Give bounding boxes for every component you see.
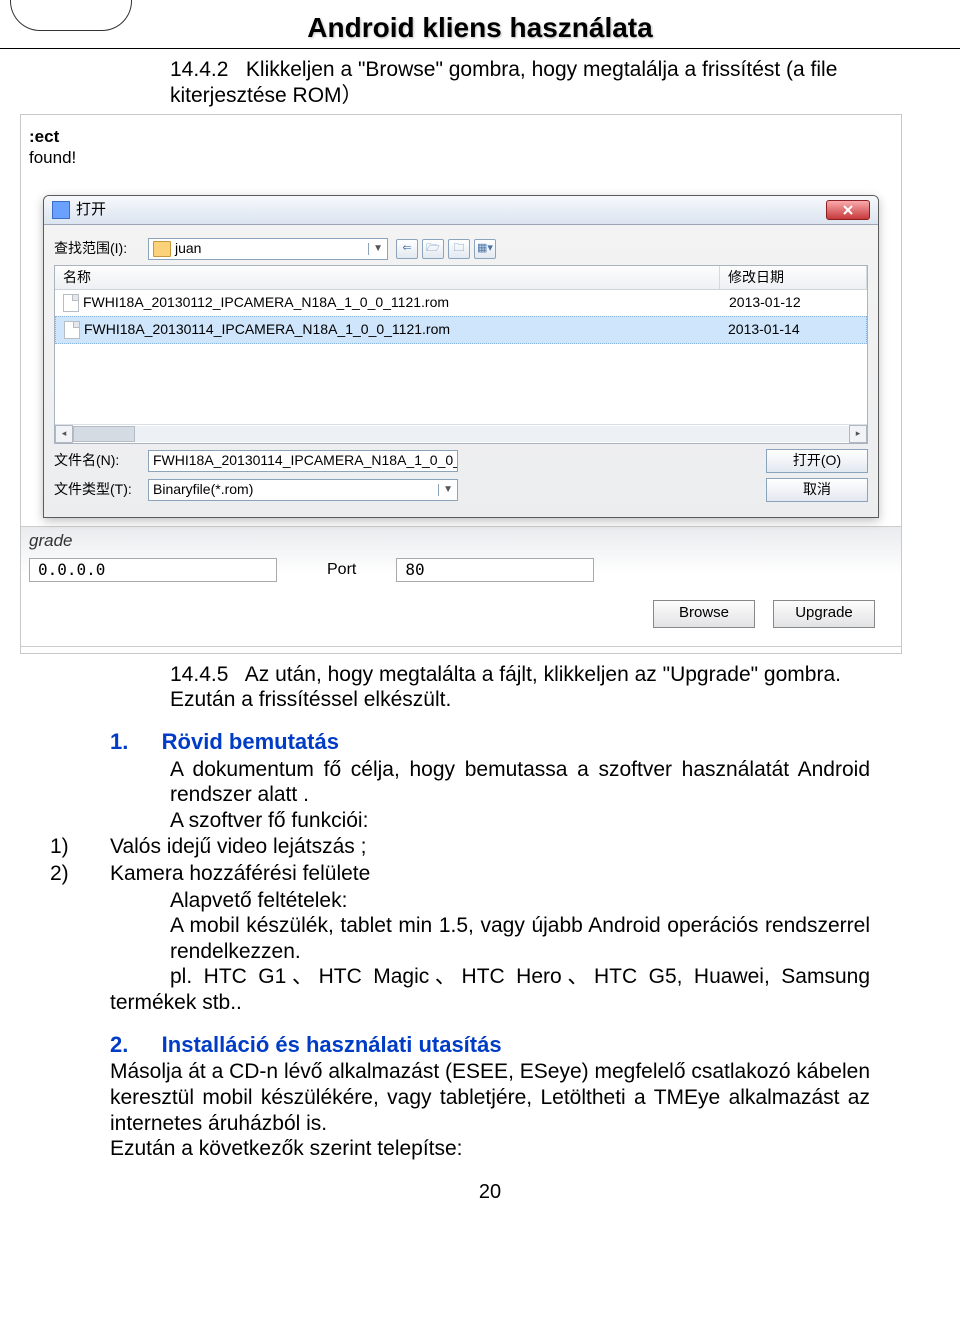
- nav-new-folder-icon[interactable]: 🗀: [448, 239, 470, 259]
- section-title: Installáció és használati utasítás: [162, 1032, 502, 1059]
- table-row[interactable]: FWHI18A_20130114_IPCAMERA_N18A_1_0_0_112…: [55, 316, 867, 344]
- step-number: 14.4.5: [170, 662, 228, 688]
- close-button[interactable]: [826, 200, 870, 220]
- list-item-2: Kamera hozzáférési felülete: [110, 861, 370, 887]
- nav-back-icon[interactable]: ⇐: [396, 239, 418, 259]
- section2-p1: Másolja át a CD-n lévő alkalmazást (ESEE…: [110, 1059, 870, 1136]
- label-grade: grade: [29, 531, 893, 552]
- scrollbar[interactable]: ◂ ▸: [55, 424, 867, 443]
- section-num: 1.: [110, 729, 150, 756]
- section1-p1: A dokumentum fő célja, hogy bemutassa a …: [170, 757, 870, 808]
- page-top-tab: [10, 0, 132, 31]
- folder-icon: [153, 241, 171, 257]
- column-header-date[interactable]: 修改日期: [720, 266, 867, 289]
- filename-label: 文件名(N):: [54, 452, 140, 469]
- file-name: FWHI18A_20130112_IPCAMERA_N18A_1_0_0_112…: [83, 294, 449, 311]
- open-folder-icon: [52, 201, 70, 219]
- section-1: 1. Rövid bemutatás A dokumentum fő célja…: [110, 729, 870, 1016]
- scope-value: juan: [175, 240, 201, 257]
- open-button[interactable]: 打开(O): [766, 449, 868, 473]
- chevron-down-icon: ▼: [368, 243, 383, 255]
- step-text: Az után, hogy megtalálta a fájlt, klikke…: [170, 663, 841, 712]
- column-header-name[interactable]: 名称: [55, 266, 720, 289]
- modal-titlebar: 打开: [44, 196, 878, 225]
- upgrade-button[interactable]: Upgrade: [773, 600, 875, 628]
- section2-p2: Ezután a következők szerint telepítse:: [110, 1136, 870, 1162]
- filetype-value: Binaryfile(*.rom): [153, 481, 253, 498]
- file-open-modal: rt Dev 打开 查找范围(I):: [43, 195, 879, 518]
- scroll-thumb[interactable]: [73, 426, 135, 442]
- page-number: 20: [110, 1180, 870, 1204]
- port-value: 80: [405, 560, 424, 580]
- ip-input[interactable]: 0.0.0.0: [29, 558, 277, 582]
- scroll-left-icon[interactable]: ◂: [55, 425, 73, 443]
- file-date: 2013-01-12: [721, 292, 867, 314]
- section1-p2: A szoftver fő funkciói:: [170, 808, 870, 834]
- step-14-4-5: 14.4.5 Az után, hogy megtalálta a fájlt,…: [110, 662, 870, 713]
- scroll-right-icon[interactable]: ▸: [849, 425, 867, 443]
- section-title: Rövid bemutatás: [162, 729, 339, 756]
- list-item-1: Valós idejű video lejátszás ;: [110, 834, 366, 860]
- scope-label: 查找范围(I):: [54, 240, 140, 257]
- cancel-button[interactable]: 取消: [766, 478, 868, 502]
- modal-title: 打开: [76, 201, 106, 219]
- label-ect: :ect: [29, 127, 893, 148]
- ip-value: 0.0.0.0: [38, 560, 105, 580]
- table-row[interactable]: FWHI18A_20130112_IPCAMERA_N18A_1_0_0_112…: [55, 290, 867, 316]
- screenshot-open-dialog: :ect found! rt Dev 打开 查: [20, 114, 902, 653]
- chevron-down-icon: ▼: [438, 484, 453, 496]
- filetype-label: 文件类型(T):: [54, 481, 140, 498]
- page-title: Android kliens használata: [0, 0, 960, 44]
- file-table: 名称 修改日期 FWHI18A_20130112_IPCAMERA_N18A_1…: [54, 265, 868, 444]
- section1-p5: pl. HTC G1、HTC Magic、HTC Hero、HTC G5, Hu…: [110, 965, 870, 1014]
- file-name: FWHI18A_20130114_IPCAMERA_N18A_1_0_0_112…: [84, 321, 450, 338]
- section-2: 2. Installáció és használati utasítás Má…: [110, 1032, 870, 1162]
- port-input[interactable]: 80: [396, 558, 594, 582]
- step-text: Klikkeljen a "Browse" gombra, hogy megta…: [170, 58, 837, 107]
- filetype-dropdown[interactable]: Binaryfile(*.rom) ▼: [148, 479, 458, 501]
- nav-view-icon[interactable]: ▦▾: [474, 239, 496, 259]
- title-divider: [0, 48, 960, 49]
- browse-button[interactable]: Browse: [653, 600, 755, 628]
- port-label: Port: [327, 560, 356, 580]
- filename-input[interactable]: FWHI18A_20130114_IPCAMERA_N18A_1_0_0_112: [148, 450, 458, 472]
- section1-p3: Alapvető feltételek:: [170, 888, 870, 914]
- list-num-1: 1): [50, 834, 110, 860]
- section1-p4: A mobil készülék, tablet min 1.5, vagy ú…: [170, 913, 870, 964]
- list-num-2: 2): [50, 861, 110, 887]
- step-14-4-2: 14.4.2 Klikkeljen a "Browse" gombra, hog…: [110, 57, 870, 108]
- section-num: 2.: [110, 1032, 150, 1059]
- nav-up-icon[interactable]: 🗁: [422, 239, 444, 259]
- step-number: 14.4.2: [170, 57, 228, 83]
- file-icon: [63, 294, 79, 312]
- file-date: 2013-01-14: [720, 319, 866, 341]
- file-icon: [64, 321, 80, 339]
- scope-dropdown[interactable]: juan ▼: [148, 238, 388, 260]
- filename-value: FWHI18A_20130114_IPCAMERA_N18A_1_0_0_112: [153, 452, 458, 469]
- label-found: found!: [29, 148, 893, 169]
- nav-icons: ⇐ 🗁 🗀 ▦▾: [396, 239, 496, 259]
- close-icon: [843, 205, 853, 215]
